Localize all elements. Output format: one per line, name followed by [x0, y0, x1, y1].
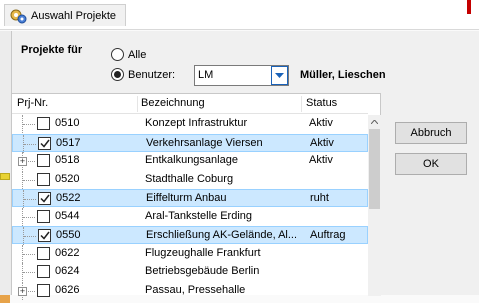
table-row[interactable]: 0550 Erschließung AK-Gelände, Al... Auftra…	[12, 226, 368, 245]
dropdown-button[interactable]	[271, 66, 288, 85]
table-row[interactable]: 0520 Stadthalle Coburg	[12, 171, 368, 189]
cell-project-number: 0518	[55, 154, 80, 166]
table-row[interactable]: 0517 Verkehrsanlage Viersen Aktiv	[12, 134, 368, 153]
column-header-status[interactable]: Status	[306, 97, 337, 109]
tree-connector	[23, 272, 35, 273]
radio-all-circle[interactable]	[111, 48, 124, 61]
table-row[interactable]: 0522 Eiffelturm Anbau ruht	[12, 189, 368, 208]
cell-bezeichnung: Erschließung AK-Gelände, Al...	[146, 229, 296, 241]
tree-connector	[24, 199, 36, 200]
title-bar: Auswahl Projekte	[0, 0, 479, 30]
column-separator[interactable]	[301, 96, 302, 112]
scroll-thumb[interactable]	[369, 129, 380, 209]
scroll-up-arrow-icon[interactable]	[368, 115, 381, 128]
row-checkbox[interactable]	[37, 247, 50, 260]
table-row[interactable]: 0544 Aral-Tankstelle Erding	[12, 208, 368, 226]
tree-connector	[23, 254, 35, 255]
cell-bezeichnung: Passau, Pressehalle	[145, 284, 246, 296]
background-marker	[0, 173, 10, 180]
background-marker	[0, 295, 10, 303]
cell-bezeichnung: Konzept Infrastruktur	[145, 117, 248, 129]
row-checkbox[interactable]	[38, 137, 51, 150]
app-icon	[9, 7, 27, 25]
column-separator[interactable]	[137, 96, 138, 112]
cell-bezeichnung: Flugzeughalle Frankfurt	[145, 247, 261, 259]
cancel-button[interactable]: Abbruch	[395, 122, 467, 144]
row-checkbox[interactable]	[37, 265, 50, 278]
column-header-bezeichnung[interactable]: Bezeichnung	[141, 97, 205, 109]
tree-connector	[23, 124, 35, 125]
cell-status: Aktiv	[309, 154, 333, 166]
column-header-nr[interactable]: Prj-Nr.	[17, 97, 48, 109]
cell-project-number: 0626	[55, 284, 80, 296]
window-title: Auswahl Projekte	[31, 9, 116, 22]
cell-project-number: 0517	[56, 137, 81, 149]
cell-project-number: 0522	[56, 192, 81, 204]
cell-project-number: 0550	[56, 229, 81, 241]
user-code-value: LM	[198, 69, 214, 81]
row-checkbox[interactable]	[38, 229, 51, 242]
table-row[interactable]: +0518 Entkalkungsanlage Aktiv	[12, 152, 368, 170]
project-selection-dialog: Projekte für Alle Benutzer: LM Müller, L…	[11, 31, 479, 300]
tree-connector	[23, 180, 35, 181]
radio-user[interactable]: Benutzer:	[111, 68, 175, 81]
cell-bezeichnung: Eiffelturm Anbau	[146, 192, 227, 204]
checkmark-icon	[39, 139, 50, 148]
cell-bezeichnung: Stadthalle Coburg	[145, 173, 234, 185]
checkmark-icon	[39, 194, 50, 203]
user-full-name: Müller, Lieschen	[300, 69, 386, 81]
project-list[interactable]: Prj-Nr. Bezeichnung Status 0510 Konzept I…	[12, 93, 381, 300]
cell-project-number: 0510	[55, 117, 80, 129]
window-tab[interactable]: Auswahl Projekte	[4, 4, 126, 26]
row-checkbox[interactable]	[37, 210, 50, 223]
cell-project-number: 0622	[55, 247, 80, 259]
table-row[interactable]: 0624 Betriebsgebäude Berlin	[12, 263, 368, 281]
table-row[interactable]: 0622 Flugzeughalle Frankfurt	[12, 245, 368, 263]
radio-all[interactable]: Alle	[111, 48, 146, 61]
table-row[interactable]: 0510 Konzept Infrastruktur Aktiv	[12, 115, 368, 133]
tree-connector	[24, 144, 36, 145]
title-accent	[467, 0, 471, 14]
cell-bezeichnung: Betriebsgebäude Berlin	[145, 265, 260, 277]
tree-connector	[23, 217, 35, 218]
radio-user-label: Benutzer:	[128, 68, 176, 81]
background-strip	[0, 31, 11, 303]
radio-all-label: Alle	[128, 48, 147, 61]
projects-for-label: Projekte für	[21, 44, 83, 56]
row-checkbox[interactable]	[37, 154, 50, 167]
cell-project-number: 0544	[55, 210, 80, 222]
chevron-down-icon	[275, 72, 284, 78]
expand-icon[interactable]: +	[18, 157, 27, 166]
cell-status: Aktiv	[309, 117, 333, 129]
ok-button[interactable]: OK	[395, 153, 467, 175]
cell-bezeichnung: Entkalkungsanlage	[145, 154, 238, 166]
cell-bezeichnung: Verkehrsanlage Viersen	[146, 137, 263, 149]
table-row[interactable]: +0626 Passau, Pressehalle	[12, 282, 368, 300]
row-checkbox[interactable]	[37, 284, 50, 297]
cell-status: Aktiv	[310, 137, 334, 149]
user-combobox[interactable]: LM	[194, 65, 289, 86]
tree-connector	[24, 236, 36, 237]
radio-user-circle[interactable]	[111, 68, 124, 81]
cell-project-number: 0624	[55, 265, 80, 277]
cell-status: Auftrag	[310, 229, 346, 241]
row-checkbox[interactable]	[37, 117, 50, 130]
checkmark-icon	[39, 231, 50, 240]
list-header: Prj-Nr. Bezeichnung Status	[12, 94, 368, 114]
cell-project-number: 0520	[55, 173, 80, 185]
cell-bezeichnung: Aral-Tankstelle Erding	[145, 210, 252, 222]
row-checkbox[interactable]	[38, 192, 51, 205]
cell-status: ruht	[310, 192, 329, 204]
row-checkbox[interactable]	[37, 173, 50, 186]
vertical-scrollbar[interactable]	[368, 115, 381, 296]
